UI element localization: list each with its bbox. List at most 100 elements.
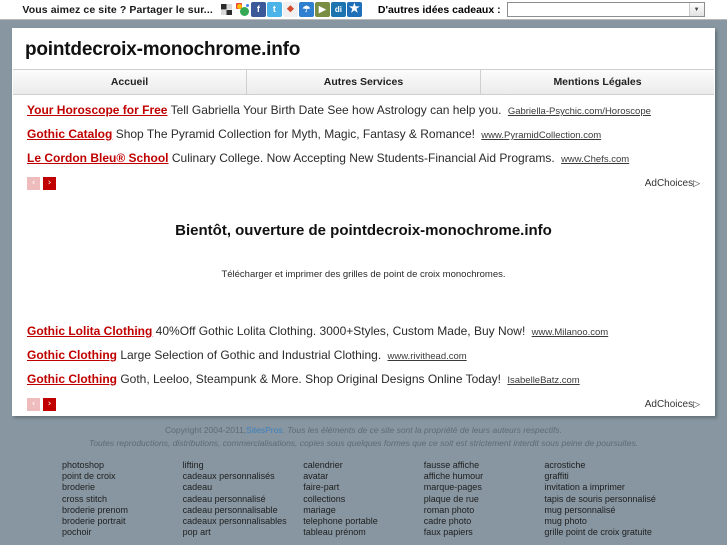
google-icon[interactable] bbox=[234, 2, 250, 17]
ad-row: Your Horoscope for Free Tell Gabriella Y… bbox=[27, 103, 700, 119]
twitter-icon[interactable]: t bbox=[266, 2, 282, 17]
keyword-item[interactable]: mug photo bbox=[544, 516, 659, 527]
keyword-item[interactable]: faux papiers bbox=[424, 527, 539, 538]
keyword-item[interactable]: tableau prénom bbox=[303, 527, 418, 538]
page-title: pointdecroix-monochrome.info bbox=[25, 39, 301, 60]
keyword-column: lifting cadeaux personnalisés cadeau cad… bbox=[183, 460, 304, 538]
chevron-right-icon[interactable]: › bbox=[43, 398, 56, 411]
keyword-item[interactable]: cadeau bbox=[183, 482, 298, 493]
keyword-item[interactable]: broderie portrait bbox=[62, 516, 177, 527]
adchoices-link[interactable]: AdChoices▷ bbox=[645, 399, 700, 410]
ad-block-bottom: Gothic Lolita Clothing 40%Off Gothic Lol… bbox=[13, 316, 714, 415]
green-play-icon[interactable]: ▶ bbox=[314, 2, 330, 17]
keyword-item[interactable]: point de croix bbox=[62, 471, 177, 482]
ad-pager: ‹ › bbox=[27, 398, 56, 411]
keyword-item[interactable]: grille point de croix gratuite bbox=[544, 527, 659, 538]
keyword-item[interactable]: mariage bbox=[303, 505, 418, 516]
keyword-item[interactable]: marque-pages bbox=[424, 482, 539, 493]
adchoices-triangle-icon: ▷ bbox=[693, 399, 700, 409]
ad-title[interactable]: Gothic Lolita Clothing bbox=[27, 324, 152, 338]
copyright-text: Copyright 2004-2011, bbox=[165, 425, 247, 435]
ad-description: Tell Gabriella Your Birth Date See how A… bbox=[170, 103, 502, 117]
keyword-item[interactable]: tapis de souris personnalisé bbox=[544, 494, 659, 505]
keyword-item[interactable]: mug personnalisé bbox=[544, 505, 659, 516]
ad-url[interactable]: IsabelleBatz.com bbox=[507, 375, 579, 386]
footer-line-2: Toutes reproductions, distributions, com… bbox=[88, 438, 639, 448]
keyword-item[interactable]: broderie prenom bbox=[62, 505, 177, 516]
msn-icon[interactable]: ☂ bbox=[298, 2, 314, 17]
keyword-columns: photoshop point de croix broderie cross … bbox=[12, 454, 715, 538]
keyword-item[interactable]: cadeau personnalisable bbox=[183, 505, 298, 516]
ad-pager: ‹ › bbox=[27, 177, 56, 190]
copyright-rest: . Tous les éléments de ce site sont la p… bbox=[282, 425, 562, 435]
ad-description: Culinary College. Now Accepting New Stud… bbox=[171, 151, 555, 165]
main-nav: Accueil Autres Services Mentions Légales bbox=[13, 69, 714, 95]
keyword-column: fausse affiche affiche humour marque-pag… bbox=[424, 460, 545, 538]
ad-title[interactable]: Gothic Catalog bbox=[27, 127, 112, 141]
ad-url[interactable]: www.Milanoo.com bbox=[532, 327, 609, 338]
keyword-item[interactable]: cadeaux personnalisés bbox=[183, 471, 298, 482]
ad-url[interactable]: www.PyramidCollection.com bbox=[481, 130, 601, 141]
share-bar: Vous aimez ce site ? Partager le sur... … bbox=[0, 0, 727, 20]
keyword-item[interactable]: invitation a imprimer bbox=[544, 482, 659, 493]
nav-item-accueil[interactable]: Accueil bbox=[13, 70, 247, 94]
keyword-item[interactable]: lifting bbox=[183, 460, 298, 471]
chevron-left-icon[interactable]: ‹ bbox=[27, 177, 40, 190]
ad-title[interactable]: Gothic Clothing bbox=[27, 372, 117, 386]
keyword-item[interactable]: avatar bbox=[303, 471, 418, 482]
ad-url[interactable]: Gabriella-Psychic.com/Horoscope bbox=[508, 106, 651, 117]
keyword-item[interactable]: affiche humour bbox=[424, 471, 539, 482]
content-heading: Bientôt, ouverture de pointdecroix-monoc… bbox=[175, 222, 552, 239]
adchoices-link[interactable]: AdChoices▷ bbox=[645, 178, 700, 189]
keyword-item[interactable]: pop art bbox=[183, 527, 298, 538]
keyword-item[interactable]: photoshop bbox=[62, 460, 177, 471]
keyword-item[interactable]: cadre photo bbox=[424, 516, 539, 527]
adchoices-label: AdChoices bbox=[644, 178, 694, 189]
content-subtext: Télécharger et imprimer des grilles de p… bbox=[221, 269, 506, 280]
windows-share-icon[interactable] bbox=[218, 2, 234, 17]
facebook-icon[interactable]: f bbox=[250, 2, 266, 17]
favorites-star-icon[interactable] bbox=[346, 2, 362, 17]
chevron-right-icon[interactable]: › bbox=[43, 177, 56, 190]
ad-title[interactable]: Your Horoscope for Free bbox=[27, 103, 167, 117]
ad-title[interactable]: Gothic Clothing bbox=[27, 348, 117, 362]
keyword-item[interactable]: calendrier bbox=[303, 460, 418, 471]
keyword-item[interactable]: fausse affiche bbox=[424, 460, 539, 471]
adchoices-label: AdChoices bbox=[644, 399, 694, 410]
keyword-item[interactable]: graffiti bbox=[544, 471, 659, 482]
keyword-item[interactable]: collections bbox=[303, 494, 418, 505]
keyword-column: calendrier avatar faire-part collections… bbox=[303, 460, 424, 538]
keyword-item[interactable]: cross stitch bbox=[62, 494, 177, 505]
gift-ideas-label: D'autres idées cadeaux : bbox=[377, 3, 501, 16]
ad-title[interactable]: Le Cordon Bleu® School bbox=[27, 151, 169, 165]
keyword-item[interactable]: cadeau personnalisé bbox=[183, 494, 298, 505]
adchoices-triangle-icon: ▷ bbox=[693, 178, 700, 188]
sitespros-link[interactable]: SitesPros bbox=[246, 425, 282, 435]
main-card: pointdecroix-monochrome.info Accueil Aut… bbox=[12, 28, 715, 416]
keyword-item[interactable]: plaque de rue bbox=[424, 494, 539, 505]
windows-live-icon[interactable]: ❖ bbox=[282, 2, 298, 17]
ad-url[interactable]: www.Chefs.com bbox=[561, 154, 629, 165]
keyword-item[interactable]: cadeaux personnalisables bbox=[183, 516, 298, 527]
gift-ideas-select[interactable]: ▼ bbox=[506, 2, 705, 17]
social-icon-list: f t ❖ ☂ ▶ di bbox=[218, 2, 362, 17]
ad-row: Gothic Catalog Shop The Pyramid Collecti… bbox=[27, 127, 700, 143]
keyword-item[interactable]: roman photo bbox=[424, 505, 539, 516]
nav-item-mentions-legales[interactable]: Mentions Légales bbox=[481, 70, 714, 94]
keyword-item[interactable]: broderie bbox=[62, 482, 177, 493]
chevron-left-icon[interactable]: ‹ bbox=[27, 398, 40, 411]
ad-row: Le Cordon Bleu® School Culinary College.… bbox=[27, 151, 700, 167]
ad-row: Gothic Lolita Clothing 40%Off Gothic Lol… bbox=[27, 324, 700, 340]
footer-line-1: Copyright 2004-2011,SitesPros. Tous les … bbox=[32, 424, 695, 437]
keyword-item[interactable]: telephone portable bbox=[303, 516, 418, 527]
keyword-item[interactable]: faire-part bbox=[303, 482, 418, 493]
chevron-down-icon[interactable]: ▼ bbox=[688, 3, 704, 16]
ad-url[interactable]: www.rivithead.com bbox=[388, 351, 467, 362]
digg-icon[interactable]: di bbox=[330, 2, 346, 17]
ad-row: Gothic Clothing Large Selection of Gothi… bbox=[27, 348, 700, 364]
keyword-item[interactable]: acrostiche bbox=[544, 460, 659, 471]
keyword-item[interactable]: pochoir bbox=[62, 527, 177, 538]
nav-item-autres-services[interactable]: Autres Services bbox=[247, 70, 481, 94]
main-content: Bientôt, ouverture de pointdecroix-monoc… bbox=[13, 194, 714, 316]
ad-footer-bottom: ‹ › AdChoices▷ bbox=[27, 396, 700, 411]
